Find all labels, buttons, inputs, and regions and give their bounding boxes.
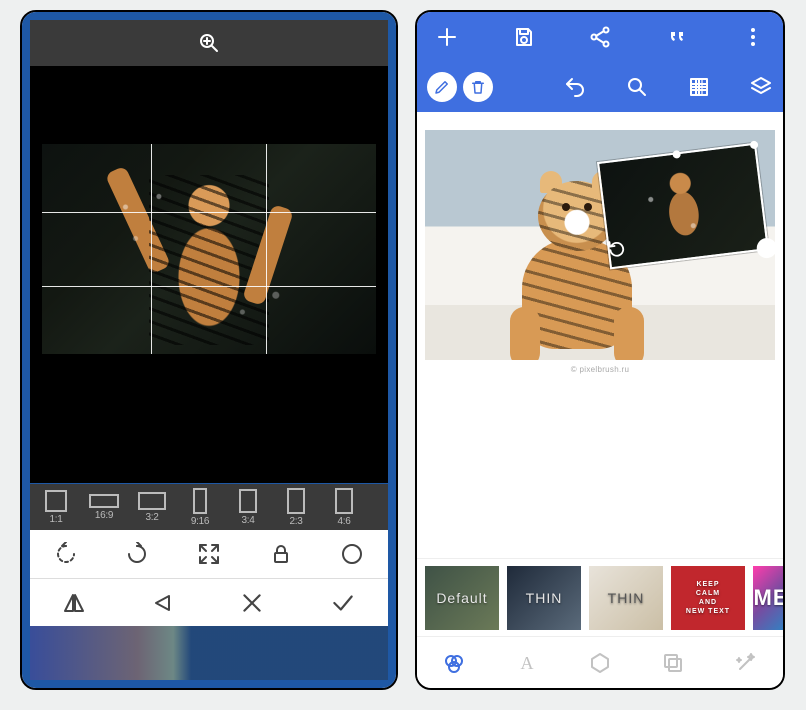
aspect-16-9[interactable]: 16:9 <box>84 494 124 521</box>
editor-canvas[interactable]: © pixelbrush.ru <box>417 112 783 558</box>
confirm-icon[interactable] <box>330 590 356 616</box>
text-tab-icon[interactable]: A <box>515 651 539 675</box>
stack-tab-icon[interactable] <box>661 651 685 675</box>
undo-icon[interactable] <box>563 75 587 99</box>
style-thumbnails: DefaultTHINTHINKEEP CALM AND NEW TEXTME <box>417 558 783 636</box>
svg-text:A: A <box>520 653 533 673</box>
style-thumb-3[interactable]: KEEP CALM AND NEW TEXT <box>671 566 745 630</box>
style-thumb-1[interactable]: THIN <box>507 566 581 630</box>
rotate-ccw-icon[interactable] <box>54 542 78 566</box>
crop-image <box>42 144 376 354</box>
style-thumb-0[interactable]: Default <box>425 566 499 630</box>
flip-horizontal-icon[interactable] <box>62 591 86 615</box>
shape-tab-icon[interactable] <box>588 651 612 675</box>
delete-button[interactable] <box>463 72 493 102</box>
image-watermark: © pixelbrush.ru <box>417 365 783 374</box>
main-toolbar <box>417 12 783 62</box>
aspect-3-4[interactable]: 3:4 <box>228 489 268 526</box>
overlay-handle-tr[interactable] <box>750 140 759 149</box>
crop-grid[interactable] <box>42 144 376 354</box>
overlay-layer[interactable] <box>597 143 769 270</box>
secondary-toolbar <box>417 62 783 112</box>
aspect-3-2[interactable]: 3:2 <box>132 492 172 523</box>
filters-tab-icon[interactable] <box>442 651 466 675</box>
crop-editor-screen: 1:1 16:9 3:2 9:163:42:34:6 <box>20 10 398 690</box>
magic-tab-icon[interactable] <box>734 651 758 675</box>
zoom-icon[interactable] <box>625 75 649 99</box>
bottom-tabbar: A <box>417 636 783 688</box>
more-vert-icon[interactable] <box>741 25 765 49</box>
aspect-2-3[interactable]: 2:3 <box>276 488 316 527</box>
crop-canvas[interactable] <box>30 66 388 483</box>
add-icon[interactable] <box>435 25 459 49</box>
magnify-icon[interactable] <box>197 31 221 55</box>
save-icon[interactable] <box>512 25 536 49</box>
aspect-ratio-row: 1:1 16:9 3:2 9:163:42:34:6 <box>30 484 388 530</box>
aspect-9-16[interactable]: 9:16 <box>180 488 220 527</box>
style-thumb-2[interactable]: THIN <box>589 566 663 630</box>
style-thumb-4[interactable]: ME <box>753 566 783 630</box>
crop-tool-row <box>30 530 388 578</box>
crop-action-row <box>30 578 388 626</box>
rotate-cw-icon[interactable] <box>125 542 149 566</box>
crop-topbar <box>30 20 388 66</box>
aspect-1-1[interactable]: 1:1 <box>36 490 76 525</box>
rotate-handle-icon[interactable] <box>605 237 630 262</box>
aspect-4-6[interactable]: 4:6 <box>324 488 364 527</box>
back-icon[interactable] <box>151 591 175 615</box>
expand-icon[interactable] <box>197 542 221 566</box>
background-thumbs-dimmed <box>30 626 388 680</box>
quote-icon[interactable] <box>665 25 689 49</box>
layers-icon[interactable] <box>749 75 773 99</box>
cancel-icon[interactable] <box>239 590 265 616</box>
lock-icon[interactable] <box>269 542 293 566</box>
main-image <box>425 130 775 360</box>
share-icon[interactable] <box>588 25 612 49</box>
draw-button[interactable] <box>427 72 457 102</box>
grid-icon[interactable] <box>687 75 711 99</box>
editor-main-screen: © pixelbrush.ru DefaultTHINTHINKEEP CALM… <box>415 10 785 690</box>
circle-outline-icon[interactable] <box>340 542 364 566</box>
overlay-handle-br[interactable] <box>756 237 775 259</box>
